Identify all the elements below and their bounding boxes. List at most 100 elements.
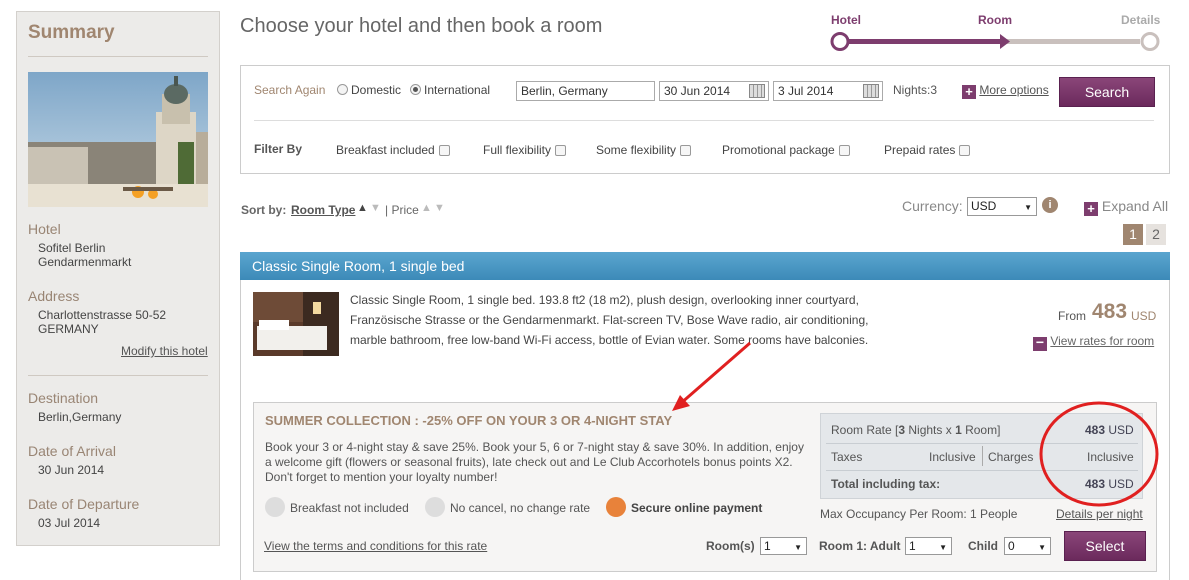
secure-label: Secure online payment (631, 501, 763, 515)
checkout-input[interactable]: 3 Jul 2014 (773, 81, 883, 101)
checkbox-icon[interactable] (680, 145, 692, 156)
divider (826, 443, 1138, 444)
sort-price[interactable]: | Price (385, 203, 419, 217)
from-currency: USD (1131, 309, 1157, 323)
breakfast-info: Breakfast not included (265, 497, 409, 517)
total-currency: USD (1108, 477, 1134, 491)
info-icon[interactable]: i (1042, 197, 1058, 213)
filter-label: Breakfast included (336, 143, 435, 157)
filter-some-flexibility[interactable]: Some flexibility (596, 143, 692, 157)
rate-value: 483 (1085, 423, 1106, 437)
total-value: 483 USD (1085, 477, 1134, 491)
filter-label: Full flexibility (483, 143, 552, 157)
expand-all-link[interactable]: + Expand All (1084, 198, 1168, 216)
radio-international-label: International (424, 83, 491, 97)
filter-label: Prepaid rates (884, 143, 956, 157)
address-label: Address (28, 288, 80, 304)
filter-prepaid-rates[interactable]: Prepaid rates (884, 143, 971, 157)
adult-select[interactable]: 1 (905, 537, 952, 555)
step-details: Details (1121, 13, 1161, 27)
from-label: From (1058, 309, 1086, 323)
checkbox-icon[interactable] (838, 145, 850, 156)
hotel-name-line1: Sofitel Berlin (38, 241, 106, 255)
destination-input[interactable]: Berlin, Germany (516, 81, 655, 101)
destination-label: Destination (28, 390, 99, 406)
plus-icon: + (1084, 202, 1098, 216)
breakfast-label: Breakfast not included (290, 501, 409, 515)
page-title: Choose your hotel and then book a room (240, 15, 603, 37)
room-title-bar[interactable]: Classic Single Room, 1 single bed (240, 252, 1170, 280)
adult-label: Room 1: Adult (819, 539, 901, 553)
search-button[interactable]: Search (1059, 77, 1155, 107)
divider (28, 375, 208, 376)
checkbox-icon[interactable] (438, 145, 450, 156)
radio-domestic-label: Domestic (351, 83, 402, 97)
room-rate-label: Room Rate [3 Nights x 1 Room] (831, 423, 1000, 437)
rate-label-pre: Room Rate [ (831, 423, 899, 437)
filter-promotional-package[interactable]: Promotional package (722, 143, 850, 157)
radio-circle-icon (410, 84, 421, 95)
sort-room-type[interactable]: Room Type (291, 203, 355, 217)
hotel-label: Hotel (28, 221, 61, 237)
child-label: Child (968, 539, 998, 553)
checkin-value: 30 Jun 2014 (664, 84, 731, 98)
filter-full-flexibility[interactable]: Full flexibility (483, 143, 567, 157)
rate-currency: USD (1108, 423, 1134, 437)
charges-label: Charges (988, 450, 1034, 464)
calendar-icon[interactable] (863, 84, 879, 98)
summary-title: Summary (28, 22, 115, 43)
charges-value: Inclusive (1087, 450, 1134, 464)
select-button[interactable]: Select (1064, 531, 1146, 561)
cancel-icon (425, 497, 445, 517)
address-line1: Charlottenstrasse 50-52 (38, 308, 167, 322)
rooms-select[interactable]: 1 (760, 537, 807, 555)
total-label: Total including tax: (831, 477, 941, 491)
search-panel: Search Again Domestic International Berl… (240, 65, 1170, 174)
child-select[interactable]: 0 (1004, 537, 1051, 555)
address-line2: GERMANY (38, 322, 99, 336)
checkbox-icon[interactable] (959, 145, 971, 156)
summary-sidebar: Summary Hotel Sofitel Berlin Gendarmenma… (16, 11, 220, 546)
radio-domestic[interactable]: Domestic (337, 83, 401, 97)
hotel-photo (28, 72, 208, 207)
taxes-label: Taxes (831, 450, 863, 464)
filter-label: Some flexibility (596, 143, 677, 157)
currency-select[interactable]: USD (967, 197, 1037, 216)
plus-icon: + (962, 85, 976, 99)
more-options-link[interactable]: + More options (962, 83, 1049, 99)
filter-breakfast[interactable]: Breakfast included (336, 143, 450, 157)
step-room: Room (978, 13, 1012, 27)
currency-label: Currency: (902, 198, 963, 214)
departure-value: 03 Jul 2014 (38, 516, 101, 530)
modify-hotel-link[interactable]: Modify this hotel (121, 344, 208, 358)
radio-international[interactable]: International (410, 83, 490, 97)
sort-asc-icon[interactable]: ▲ (357, 202, 368, 214)
checkbox-icon[interactable] (555, 145, 567, 156)
arrival-value: 30 Jun 2014 (38, 463, 105, 477)
secure-info: Secure online payment (606, 497, 762, 517)
page-2[interactable]: 2 (1146, 224, 1166, 245)
checkin-input[interactable]: 30 Jun 2014 (659, 81, 769, 101)
details-per-night-link[interactable]: Details per night (1056, 507, 1143, 521)
calendar-icon[interactable] (749, 84, 765, 98)
terms-link[interactable]: View the terms and conditions for this r… (264, 539, 487, 553)
offer-text: Book your 3 or 4-night stay & save 25%. … (265, 440, 804, 484)
view-rates-label: View rates for room (1050, 334, 1155, 348)
from-price: 483 (1092, 300, 1128, 323)
step-hotel: Hotel (831, 13, 861, 27)
more-options-label: More options (979, 83, 1049, 97)
sort-desc-icon[interactable]: ▼ (434, 202, 445, 214)
filter-by-label: Filter By (254, 142, 303, 156)
sort-desc-icon[interactable]: ▼ (370, 202, 381, 214)
divider (28, 56, 208, 57)
sort-asc-icon[interactable]: ▲ (421, 202, 432, 214)
cutlery-icon (265, 497, 285, 517)
rate-label-post: Room] (961, 423, 1001, 437)
page-1[interactable]: 1 (1123, 224, 1143, 245)
room-photo (253, 292, 339, 356)
rate-rooms: 1 (955, 423, 962, 437)
cancel-label: No cancel, no change rate (450, 501, 591, 515)
destination-value: Berlin,Germany (38, 410, 122, 424)
expand-all-label: Expand All (1101, 198, 1169, 214)
view-rates-link[interactable]: − View rates for room (1033, 334, 1154, 351)
